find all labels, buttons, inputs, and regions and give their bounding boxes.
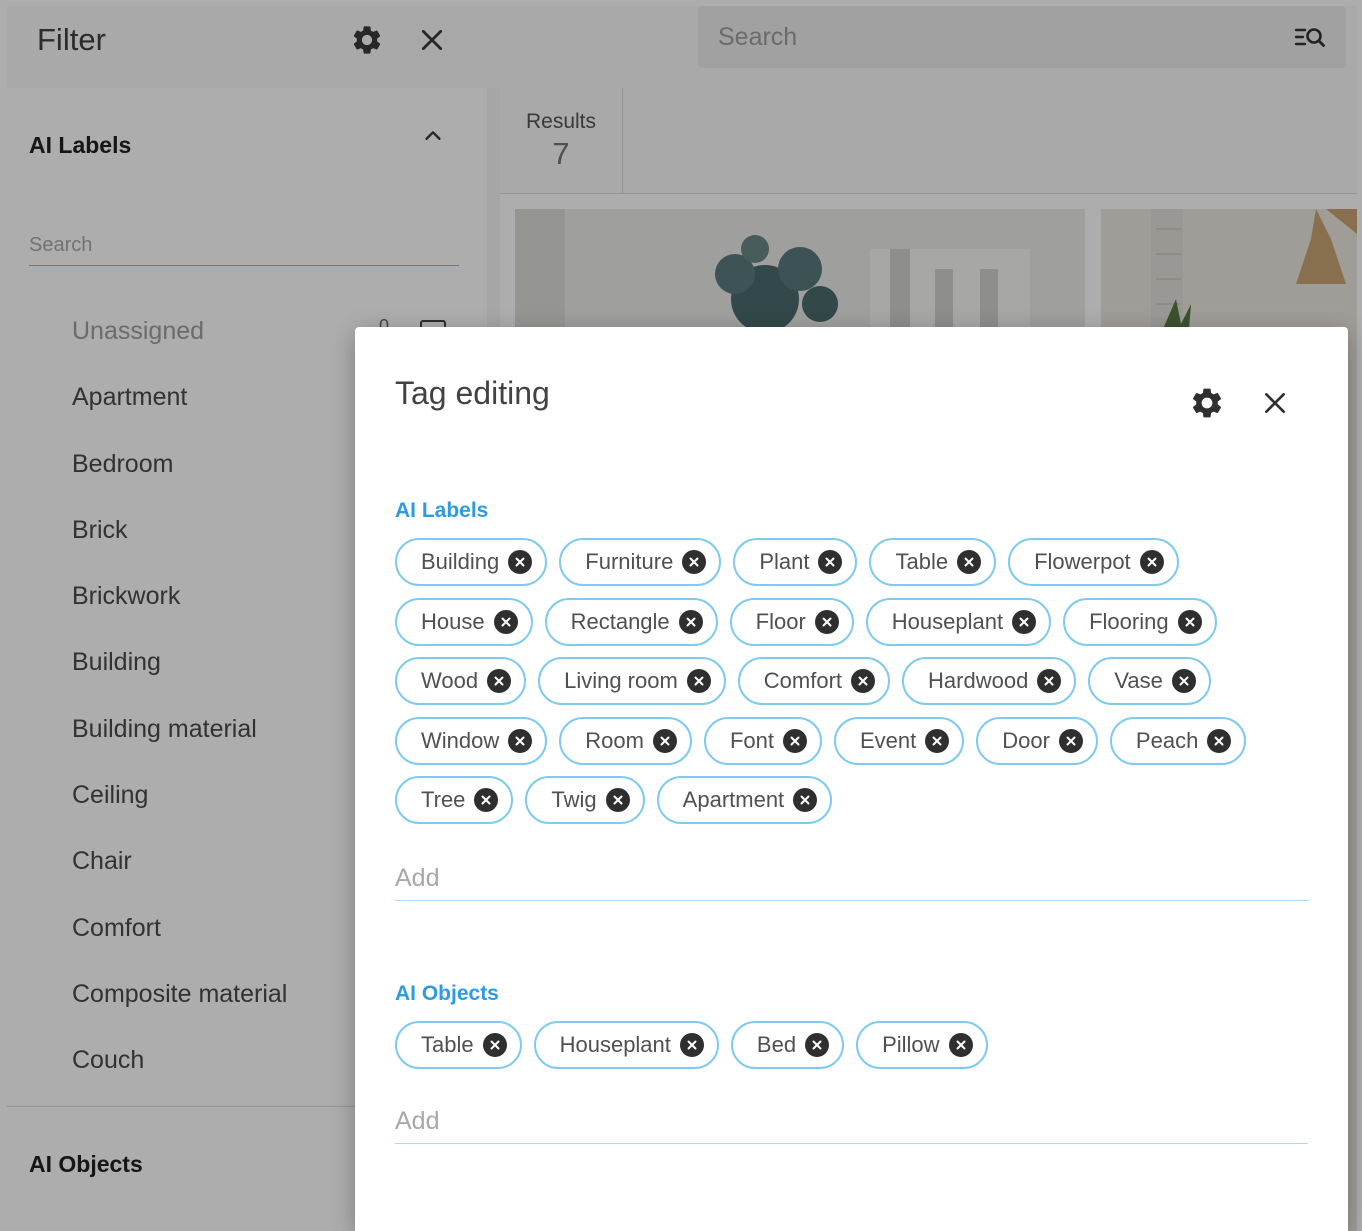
remove-circle-icon[interactable] (474, 788, 499, 812)
tag-chip[interactable]: Floor (729, 597, 854, 646)
tag-chip-label: Flooring (1089, 608, 1169, 634)
ai-labels-add-input[interactable] (395, 857, 1308, 901)
tag-chip[interactable]: Furniture (559, 538, 722, 586)
tag-chip[interactable]: Event (833, 716, 965, 765)
ai-objects-add-input[interactable] (395, 1100, 1308, 1144)
tag-chip-label: Rectangle (570, 608, 670, 634)
tag-chip-label: Pillow (882, 1032, 940, 1057)
tag-chip[interactable]: Font (703, 716, 822, 765)
tag-chip[interactable]: Table (869, 538, 997, 586)
remove-circle-icon[interactable] (508, 728, 533, 753)
remove-circle-icon[interactable] (679, 1033, 704, 1057)
remove-circle-icon[interactable] (482, 1033, 507, 1057)
remove-circle-icon[interactable] (1037, 669, 1062, 693)
tag-chip[interactable]: Door (976, 716, 1098, 765)
dialog-title: Tag editing (395, 375, 550, 411)
tag-chip[interactable]: Wood (395, 657, 527, 705)
tag-chip-label: Apartment (682, 787, 785, 812)
close-icon[interactable] (1255, 383, 1295, 423)
tag-chip[interactable]: Room (559, 716, 692, 765)
tag-chip-label: Houseplant (559, 1032, 671, 1057)
ai-labels-section-title: AI Labels (395, 499, 489, 522)
tag-chip[interactable]: Apartment (656, 776, 833, 824)
tag-chip-label: Flowerpot (1034, 549, 1131, 574)
remove-circle-icon[interactable] (805, 1033, 830, 1057)
tag-chip-label: Room (585, 727, 644, 753)
tag-chip-label: Tree (421, 787, 466, 812)
tag-chip[interactable]: Pillow (856, 1021, 988, 1069)
remove-circle-icon[interactable] (493, 609, 518, 634)
tag-chip[interactable]: Living room (538, 657, 726, 705)
tag-chip[interactable]: Twig (525, 776, 645, 824)
tag-chip[interactable]: Houseplant (533, 1021, 719, 1069)
tag-chip[interactable]: Rectangle (544, 597, 718, 646)
tag-chip[interactable]: Comfort (737, 657, 891, 705)
tag-chip-label: Peach (1135, 727, 1199, 753)
tag-chip[interactable]: Hardwood (902, 657, 1077, 705)
tag-chip[interactable]: Table (395, 1021, 522, 1069)
remove-circle-icon[interactable] (605, 788, 630, 812)
tag-chip-label: Font (729, 727, 774, 753)
remove-circle-icon[interactable] (1058, 728, 1083, 753)
ai-labels-chip-list: Building Furniture Plant Table Flowerpot Hous… (395, 538, 1315, 824)
tag-chip[interactable]: House (395, 597, 533, 646)
tag-chip-label: Table (895, 549, 949, 574)
tag-chip-label: Wood (421, 668, 479, 693)
tag-chip-label: Furniture (585, 549, 674, 574)
tag-chip-label: Building (421, 549, 500, 574)
remove-circle-icon[interactable] (793, 788, 818, 812)
ai-objects-chip-list: Table Houseplant Bed Pillow (395, 1021, 1315, 1069)
tag-chip[interactable]: Peach (1109, 716, 1247, 765)
tag-chip-label: Houseplant (891, 608, 1004, 634)
remove-circle-icon[interactable] (1139, 550, 1164, 574)
remove-circle-icon[interactable] (818, 550, 843, 574)
tag-editing-dialog: Tag editing AI Labels Building Furniture P… (355, 327, 1348, 1231)
tag-chip[interactable]: Building (395, 538, 548, 586)
remove-circle-icon[interactable] (851, 669, 876, 693)
tag-chip[interactable]: Flowerpot (1008, 538, 1179, 586)
remove-circle-icon[interactable] (487, 669, 512, 693)
tag-chip-label: Event (859, 727, 917, 753)
remove-circle-icon[interactable] (1207, 728, 1232, 753)
gear-icon[interactable] (1187, 383, 1227, 423)
remove-circle-icon[interactable] (1171, 669, 1196, 693)
tag-chip-label: Bed (756, 1032, 797, 1057)
tag-chip[interactable]: Flooring (1063, 597, 1217, 646)
remove-circle-icon[interactable] (682, 550, 707, 574)
remove-circle-icon[interactable] (652, 728, 677, 753)
remove-circle-icon[interactable] (508, 550, 533, 574)
tag-chip[interactable]: Plant (733, 538, 858, 586)
tag-chip-label: Vase (1114, 668, 1163, 693)
tag-chip-label: Hardwood (928, 668, 1029, 693)
tag-chip-label: Living room (564, 668, 678, 693)
remove-circle-icon[interactable] (814, 609, 839, 634)
tag-chip-label: Comfort (763, 668, 843, 693)
tag-chip[interactable]: Tree (395, 776, 514, 824)
remove-circle-icon[interactable] (1012, 609, 1037, 634)
tag-chip-label: Twig (551, 787, 597, 812)
tag-chip[interactable]: Bed (730, 1021, 845, 1069)
tag-chip[interactable]: Vase (1088, 657, 1211, 705)
remove-circle-icon[interactable] (686, 669, 711, 693)
tag-chip-label: Plant (759, 549, 810, 574)
remove-circle-icon[interactable] (925, 728, 950, 753)
remove-circle-icon[interactable] (948, 1033, 973, 1057)
tag-chip[interactable]: Window (395, 716, 548, 765)
tag-chip-label: Table (421, 1032, 474, 1057)
remove-circle-icon[interactable] (782, 728, 807, 753)
tag-chip-label: Floor (755, 608, 806, 634)
remove-circle-icon[interactable] (957, 550, 982, 574)
ai-objects-section-title: AI Objects (395, 982, 499, 1005)
remove-circle-icon[interactable] (678, 609, 703, 634)
tag-chip-label: Window (421, 727, 500, 753)
remove-circle-icon[interactable] (1177, 609, 1202, 634)
tag-chip-label: Door (1002, 727, 1050, 753)
tag-chip[interactable]: Houseplant (865, 597, 1052, 646)
tag-chip-label: House (421, 608, 485, 634)
